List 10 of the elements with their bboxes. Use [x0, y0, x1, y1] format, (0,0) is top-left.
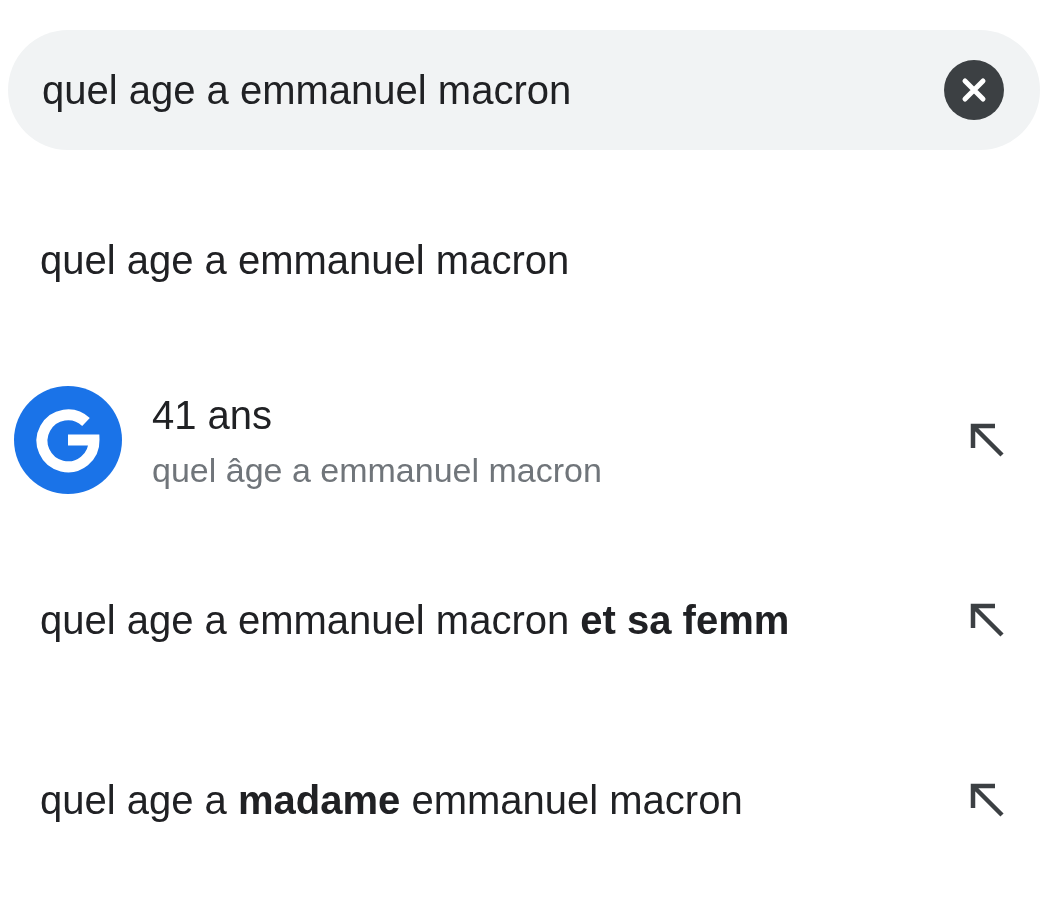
clear-button[interactable]	[944, 60, 1004, 120]
close-icon	[961, 77, 987, 103]
google-logo-icon	[14, 386, 122, 494]
suggestion-text[interactable]: quel age a emmanuel macron et sa femm	[40, 590, 967, 650]
search-bar[interactable]: quel age a emmanuel macron	[8, 30, 1040, 150]
answer-query-text: quel âge a emmanuel macron	[152, 449, 603, 491]
suggestion-text[interactable]: quel age a emmanuel macron	[40, 230, 1007, 290]
suggestion-text[interactable]: quel age a madame emmanuel macron	[40, 770, 967, 830]
answer-text: 41 ans	[152, 391, 274, 439]
search-field[interactable]: quel age a emmanuel macron	[40, 59, 944, 121]
